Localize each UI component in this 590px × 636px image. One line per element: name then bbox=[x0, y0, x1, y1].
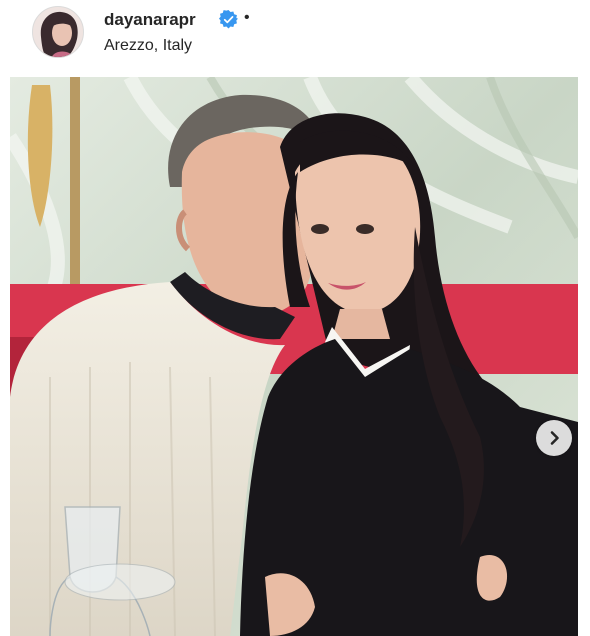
photo-image bbox=[10, 77, 578, 636]
avatar[interactable] bbox=[32, 6, 84, 58]
post-header: dayanarapr • Arezzo, Italy bbox=[0, 0, 590, 72]
verified-badge-icon bbox=[219, 10, 238, 29]
username[interactable]: dayanarapr bbox=[104, 10, 196, 30]
carousel-next-button[interactable] bbox=[536, 420, 572, 456]
location-link[interactable]: Arezzo, Italy bbox=[104, 37, 192, 55]
chevron-right-icon bbox=[550, 431, 559, 445]
post-photo[interactable] bbox=[10, 77, 578, 636]
avatar-image bbox=[33, 7, 83, 57]
header-separator: • bbox=[244, 9, 250, 26]
